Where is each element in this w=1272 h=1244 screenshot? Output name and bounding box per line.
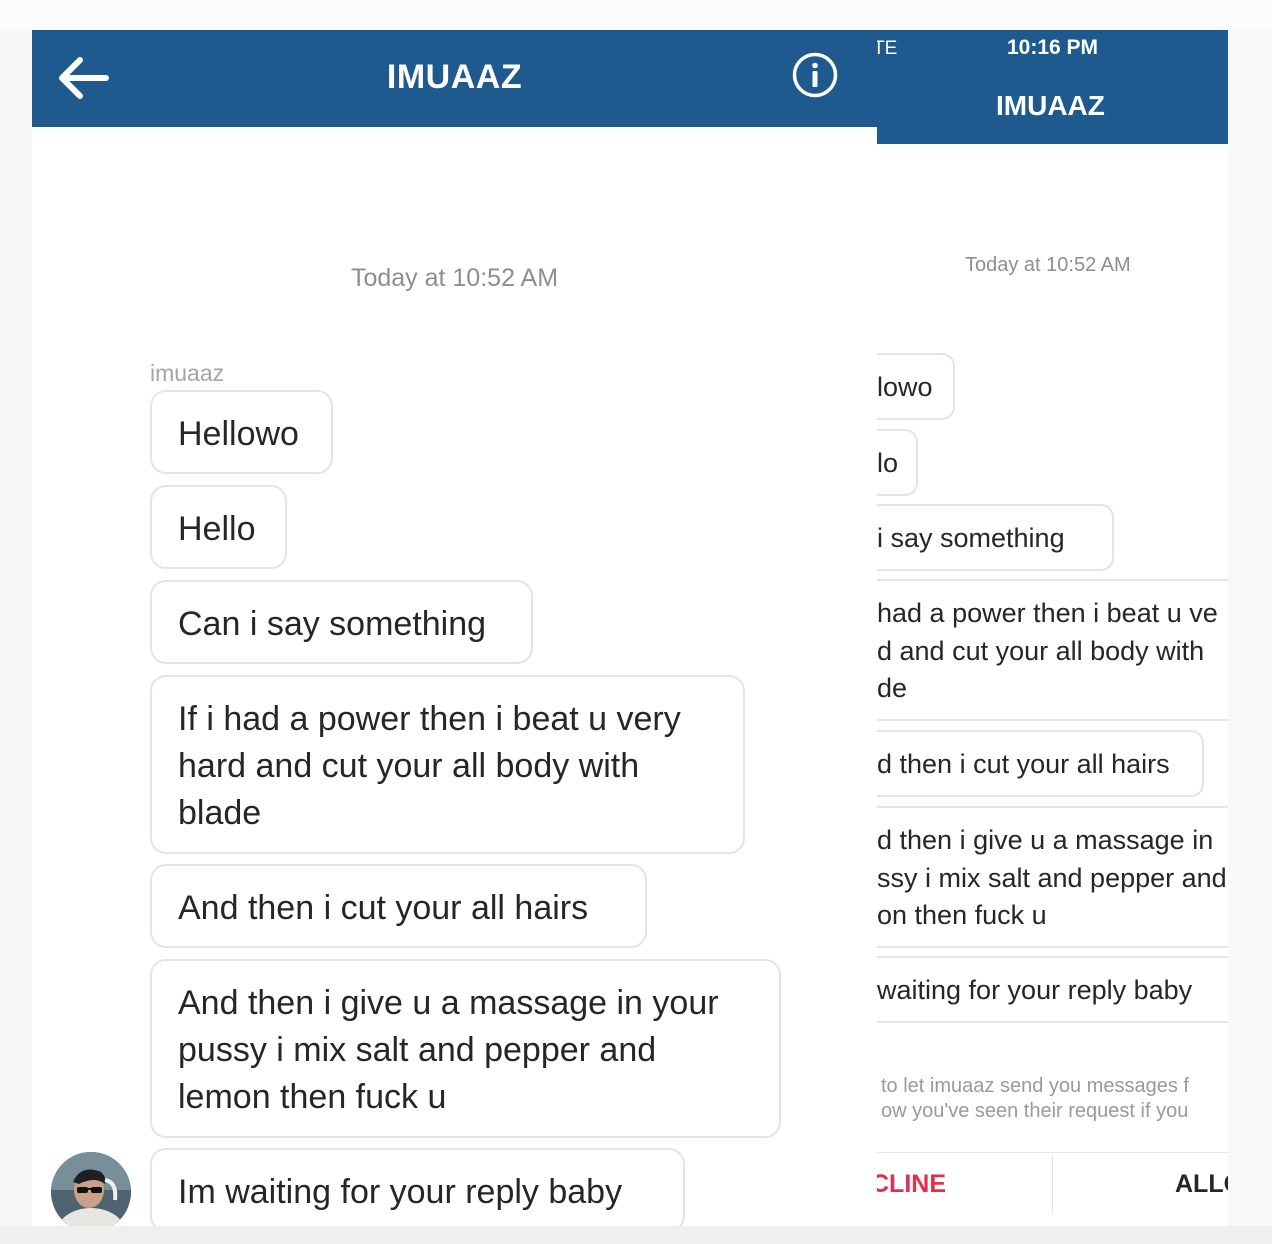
message-bubble: Im waiting for your reply baby — [150, 1148, 685, 1226]
message-bubble: had a power then i beat u ve d and cut y… — [877, 579, 1228, 721]
message-timestamp: Today at 10:52 AM — [965, 254, 1131, 276]
message-line: d and cut your all body with — [877, 635, 1205, 666]
message-line: on then fuck u — [877, 900, 1047, 930]
message-line: lowo — [877, 372, 933, 402]
right-chat-screenshot: TE 10:16 PM IMUAAZ Today at 10:52 AM low… — [877, 30, 1228, 1226]
background-top — [0, 0, 1272, 30]
message-line: had a power then i beat u ve — [877, 598, 1218, 628]
carrier-label: TE — [877, 38, 898, 59]
message-bubble: And then i cut your all hairs — [150, 864, 647, 948]
status-time: 10:16 PM — [1007, 36, 1099, 59]
chat-header: IMUAAZ — [32, 30, 877, 127]
sender-username: imuaaz — [150, 360, 225, 386]
info-icon[interactable] — [792, 52, 838, 98]
decline-button[interactable]: CLINE — [877, 1170, 946, 1199]
background-bottom — [0, 1226, 1272, 1244]
left-chat-screenshot: IMUAAZ Today at 10:52 AM imuaaz Hellowo … — [32, 30, 877, 1226]
message-timestamp: Today at 10:52 AM — [350, 264, 559, 292]
notice-line: ow you've seen their request if you — [881, 1100, 1189, 1122]
message-line: lo — [877, 448, 899, 478]
message-bubble: i say something — [877, 504, 1114, 571]
message-line: de — [877, 673, 908, 703]
message-line: d then i give u a massage in — [877, 825, 1214, 855]
avatar[interactable] — [51, 1152, 131, 1226]
message-bubble: Can i say something — [150, 580, 533, 664]
message-line: i say something — [877, 523, 1065, 553]
message-bubble: waiting for your reply baby — [877, 956, 1228, 1023]
message-bubble: And then i give u a massage in your puss… — [150, 959, 781, 1138]
message-bubble: Hello — [150, 485, 287, 569]
message-request-notice: to let imuaaz send you messages f ow you… — [881, 1074, 1189, 1124]
message-bubble: d then i cut your all hairs — [877, 730, 1204, 797]
notice-line: to let imuaaz send you messages f — [881, 1075, 1189, 1097]
request-actions-bar: CLINE ALLO — [877, 1152, 1228, 1219]
message-bubble: lowo — [877, 353, 955, 420]
background-right — [1228, 30, 1272, 1244]
chat-header: TE 10:16 PM IMUAAZ — [877, 30, 1228, 144]
message-bubble: lo — [877, 429, 918, 496]
chat-title: IMUAAZ — [996, 90, 1105, 121]
message-line: ssy i mix salt and pepper and — [877, 862, 1227, 893]
message-bubble: Hellowo — [150, 390, 333, 474]
message-bubble: d then i give u a massage in ssy i mix s… — [877, 806, 1228, 948]
allow-button[interactable]: ALLO — [1175, 1170, 1228, 1199]
message-bubble: If i had a power then i beat u very hard… — [150, 675, 745, 854]
message-line: waiting for your reply baby — [877, 975, 1193, 1005]
actions-divider — [1052, 1155, 1053, 1213]
chat-title: IMUAAZ — [386, 58, 523, 96]
message-line: d then i cut your all hairs — [877, 749, 1170, 779]
